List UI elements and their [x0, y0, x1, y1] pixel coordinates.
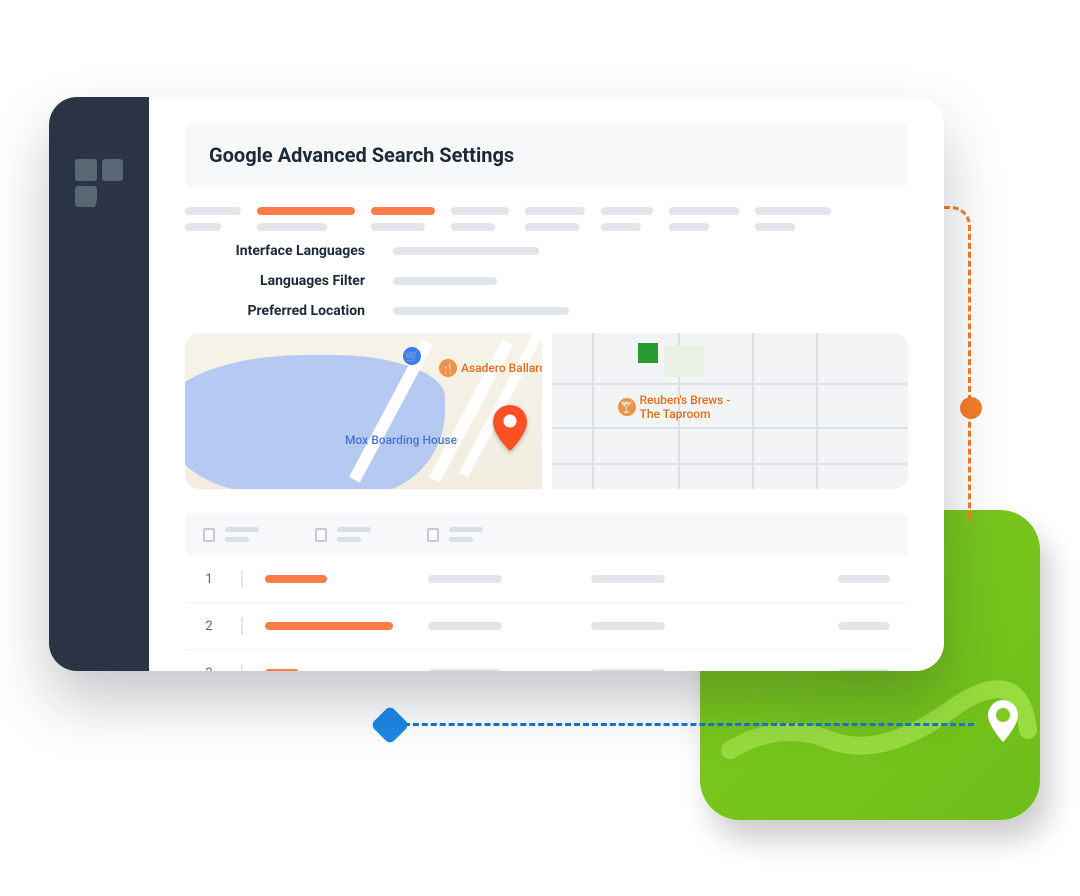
- decorative-orange-dot: [960, 397, 982, 419]
- sidebar: [49, 97, 149, 671]
- table-row[interactable]: 1: [185, 556, 908, 603]
- toolbar-item[interactable]: [669, 207, 739, 231]
- toolbar-skeleton: [185, 207, 908, 231]
- row-divider: [241, 617, 243, 635]
- row-index: 3: [191, 666, 227, 672]
- page-title-text: Google Advanced Search Settings: [209, 143, 514, 167]
- setting-label: Interface Languages: [185, 243, 365, 259]
- map-street: [552, 463, 909, 465]
- decorative-dashed-blue-line: [386, 723, 974, 726]
- toolbar-item[interactable]: [525, 207, 585, 231]
- table-header: [185, 513, 908, 556]
- column-icon: [203, 528, 215, 542]
- cell-primary: [265, 575, 414, 583]
- toolbar-item-active[interactable]: [257, 207, 355, 231]
- cell-primary: [265, 669, 414, 671]
- map-poi-asadero: 🍴 Asadero Ballard: [439, 359, 542, 377]
- map-location-pin-icon[interactable]: [493, 405, 527, 451]
- toolbar-item[interactable]: [185, 207, 241, 231]
- column-icon: [315, 528, 327, 542]
- setting-languages-filter: Languages Filter: [185, 273, 908, 289]
- app-window: Google Advanced Search Settings Interfac…: [49, 97, 944, 671]
- bar-icon: 🍸: [618, 398, 636, 416]
- cell: [753, 622, 902, 630]
- table-header-cell[interactable]: [315, 527, 371, 542]
- poi-label: Reuben's Brews -: [640, 393, 731, 407]
- setting-label: Preferred Location: [185, 303, 365, 319]
- poi-label: Mox Boarding House: [345, 433, 457, 447]
- cell: [753, 669, 902, 671]
- setting-label: Languages Filter: [185, 273, 365, 289]
- toolbar-item[interactable]: [755, 207, 831, 231]
- location-map[interactable]: 🛒 🍴 Asadero Ballard Mox Boarding House: [185, 333, 908, 489]
- decorative-blue-diamond: [370, 705, 410, 745]
- restaurant-icon: 🍴: [439, 359, 457, 377]
- map-street: [552, 427, 909, 429]
- map-poi-mox: Mox Boarding House: [345, 433, 457, 447]
- map-street: [552, 383, 909, 385]
- map-street: [752, 333, 754, 489]
- map-block: [664, 345, 704, 377]
- table-row[interactable]: 2: [185, 603, 908, 650]
- poi-label: The Taproom: [640, 407, 711, 421]
- main-content: Google Advanced Search Settings Interfac…: [149, 97, 944, 671]
- map-panel-left[interactable]: 🛒 🍴 Asadero Ballard Mox Boarding House: [185, 333, 542, 489]
- map-park-marker: [638, 343, 658, 363]
- settings-section: Interface Languages Languages Filter Pre…: [185, 243, 908, 319]
- setting-interface-languages: Interface Languages: [185, 243, 908, 259]
- setting-value-skeleton[interactable]: [393, 247, 539, 255]
- map-poi-shopping-icon: 🛒: [403, 347, 421, 365]
- map-poi-reubens: 🍸 Reuben's Brews - The Taproom: [618, 393, 731, 421]
- cell: [428, 669, 577, 671]
- cell: [428, 622, 577, 630]
- setting-value-skeleton[interactable]: [393, 307, 569, 315]
- toolbar-item-active[interactable]: [371, 207, 435, 231]
- cell: [428, 575, 577, 583]
- cell: [591, 622, 740, 630]
- app-logo-icon: [75, 159, 123, 207]
- setting-value-skeleton[interactable]: [393, 277, 497, 285]
- row-divider: [241, 664, 243, 671]
- table-header-cell[interactable]: [203, 527, 259, 542]
- row-index: 2: [191, 619, 227, 634]
- cell-primary: [265, 622, 414, 630]
- column-icon: [427, 528, 439, 542]
- row-divider: [241, 570, 243, 588]
- table-header-cell[interactable]: [427, 527, 483, 542]
- setting-preferred-location: Preferred Location: [185, 303, 908, 319]
- row-index: 1: [191, 572, 227, 587]
- results-table: 1 2 3: [185, 513, 908, 671]
- toolbar-item[interactable]: [451, 207, 509, 231]
- table-row[interactable]: 3: [185, 650, 908, 671]
- toolbar-item[interactable]: [601, 207, 653, 231]
- map-street: [816, 333, 818, 489]
- page-title: Google Advanced Search Settings: [185, 123, 908, 187]
- map-panel-right[interactable]: 🍸 Reuben's Brews - The Taproom: [552, 333, 909, 489]
- cell: [591, 575, 740, 583]
- cell: [591, 669, 740, 671]
- poi-label: Asadero Ballard: [461, 361, 542, 375]
- map-street: [592, 333, 594, 489]
- cell: [753, 575, 902, 583]
